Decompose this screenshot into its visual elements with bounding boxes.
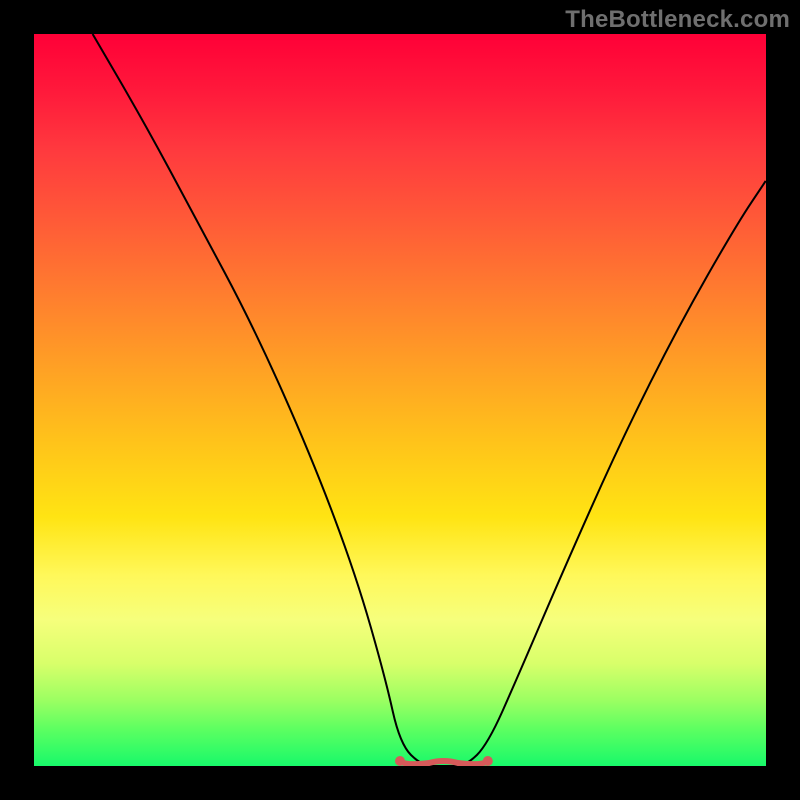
bottleneck-curve-svg [34,34,766,766]
trough-endpoint-left [395,756,405,766]
attribution-label: TheBottleneck.com [565,6,790,34]
trough-endpoint-right [483,756,493,766]
bottleneck-trough-marker [400,761,488,764]
plot-area [34,34,766,766]
chart-frame: TheBottleneck.com [0,0,800,800]
bottleneck-curve-line [93,34,766,766]
